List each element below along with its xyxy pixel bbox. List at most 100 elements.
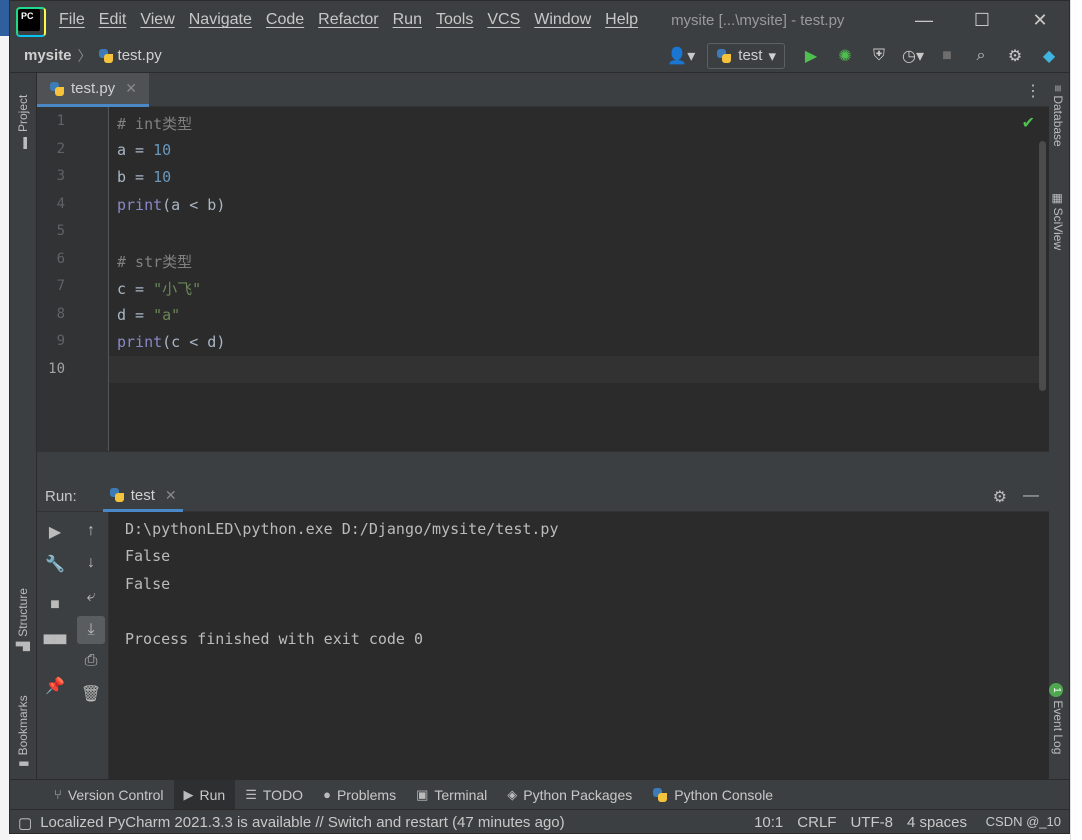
stop-icon[interactable]: ■ [37, 596, 73, 614]
code-editor[interactable]: 1 2 3 4 5 6 7 8 9 10 # int类型 a = 10 b = … [37, 107, 1049, 451]
database-tool-tab[interactable]: ≡ Database [1051, 85, 1065, 147]
python-console-tab[interactable]: Python Console [642, 780, 783, 810]
settings-gear-icon[interactable]: ⚙ [1001, 43, 1029, 69]
close-run-tab-icon[interactable]: ✕ [165, 487, 177, 504]
run-tab-test[interactable]: test ✕ [102, 482, 183, 512]
terminal-label: Terminal [434, 786, 488, 803]
indent-setting[interactable]: 4 spaces [907, 814, 967, 831]
menu-view[interactable]: View [133, 11, 181, 29]
debug-icon[interactable]: ✺ [831, 43, 859, 69]
pycharm-logo-icon [16, 7, 46, 37]
menu-tools[interactable]: Tools [429, 11, 480, 29]
line-separator[interactable]: CRLF [797, 814, 836, 831]
editor-tab-label: test.py [71, 80, 116, 97]
close-button[interactable]: ✕ [1011, 1, 1069, 39]
print-icon[interactable]: ⎙ [73, 652, 109, 670]
run-tool-tab[interactable]: ▶ Run [173, 779, 236, 810]
breadcrumb-project[interactable]: mysite [24, 47, 72, 64]
bookmarks-tool-tab[interactable]: ▮ Bookmarks [16, 695, 30, 767]
coverage-icon[interactable]: ⛨ [865, 43, 893, 69]
window-title: mysite [...\mysite] - test.py [671, 11, 845, 29]
sciview-tool-tab[interactable]: ▦ SciView [1051, 193, 1065, 250]
line-number-current: 10 [48, 361, 65, 377]
menu-navigate[interactable]: Navigate [182, 11, 259, 29]
code-line-8: d = "a" [117, 306, 181, 324]
stop-icon[interactable]: ■ [933, 43, 961, 69]
run-configuration-label: test [738, 47, 763, 64]
structure-tool-tab[interactable]: ▟ Structure [16, 588, 30, 651]
problems-label: Problems [336, 786, 397, 803]
panel-splitter[interactable] [37, 451, 1049, 482]
inspection-ok-icon[interactable]: ✔ [1022, 113, 1035, 133]
wrench-icon[interactable]: 🔧 [37, 554, 73, 574]
breadcrumb-separator-icon: 〉 [77, 47, 92, 64]
toggle-tool-windows-icon[interactable]: ▢ [18, 814, 32, 832]
menu-window[interactable]: Window [527, 11, 598, 29]
menu-code[interactable]: Code [259, 11, 311, 29]
search-icon[interactable]: ⌕ [967, 43, 995, 69]
terminal-tab[interactable]: ▣ Terminal [406, 780, 497, 810]
hide-panel-icon[interactable]: — [1023, 487, 1039, 507]
pin-icon[interactable]: 📌 [37, 676, 73, 696]
profile-icon[interactable]: ◷▾ [899, 43, 927, 69]
play-icon: ▶ [183, 786, 194, 802]
menu-file[interactable]: File [52, 11, 92, 29]
gear-icon[interactable]: ⚙ [993, 487, 1007, 507]
minimize-button[interactable]: — [895, 1, 953, 39]
todo-label: TODO [262, 786, 304, 803]
trash-icon[interactable]: 🗑 [73, 684, 109, 704]
more-options-icon[interactable]: ⋮ [1025, 81, 1041, 101]
line-number: 5 [56, 223, 65, 239]
arrow-up-icon[interactable]: ↑ [73, 522, 109, 540]
layout-icon[interactable]: ▀▀ [37, 636, 73, 654]
line-number: 4 [56, 196, 65, 212]
layers-icon: ◈ [507, 786, 518, 802]
breadcrumb-file[interactable]: test.py [98, 47, 162, 64]
run-console-output[interactable]: D:\pythonLED\python.exe D:/Django/mysite… [109, 512, 1049, 779]
status-bar: ▢ Localized PyCharm 2021.3.3 is availabl… [10, 809, 1069, 833]
watermark: CSDN @_10 [985, 814, 1061, 829]
user-icon[interactable]: 👤▾ [667, 43, 695, 69]
chevron-down-icon: ▾ [768, 47, 776, 65]
status-message[interactable]: ▢ Localized PyCharm 2021.3.3 is availabl… [18, 814, 754, 832]
editor-tab-test-py[interactable]: test.py ✕ [37, 73, 149, 107]
run-toolbar-primary: ▶ 🔧 ■ ▀▀ 📌 [37, 512, 73, 779]
jetbrains-toolbox-icon[interactable]: ◆ [1035, 43, 1063, 69]
code-line-2: a = 10 [117, 141, 172, 159]
file-encoding[interactable]: UTF-8 [850, 814, 893, 831]
python-file-icon [49, 81, 65, 97]
run-panel-header: Run: test ✕ ⚙ — [37, 482, 1049, 512]
todo-tab[interactable]: ☰ TODO [235, 780, 313, 810]
project-tool-tab[interactable]: ▬ Project [16, 95, 30, 149]
soft-wrap-icon[interactable]: ⤶ [73, 588, 109, 606]
pycharm-window: File Edit View Navigate Code Refactor Ru… [9, 0, 1070, 834]
problems-tab[interactable]: ● Problems [313, 780, 406, 810]
left-tool-strip: ▬ Project ▟ Structure ▮ Bookmarks [10, 73, 37, 779]
run-panel-actions: ⚙ — [993, 487, 1049, 507]
project-tool-label: Project [16, 94, 30, 132]
run-icon[interactable]: ▶ [797, 43, 825, 69]
run-configuration-select[interactable]: test ▾ [707, 42, 785, 69]
event-log-tool-tab[interactable]: 1 Event Log [1049, 683, 1065, 754]
sciview-tool-label: SciView [1051, 207, 1065, 251]
editor-scrollbar[interactable] [1039, 141, 1046, 391]
navigation-bar: mysite 〉 test.py 👤▾ test ▾ ▶ ✺ ⛨ ◷▾ ■ ⌕ … [10, 39, 1069, 73]
menu-run[interactable]: Run [386, 11, 429, 29]
maximize-button[interactable]: ☐ [953, 1, 1011, 39]
menu-edit[interactable]: Edit [92, 11, 134, 29]
console-line: Process finished with exit code 0 [125, 630, 424, 648]
version-control-tab[interactable]: ⑂ Version Control [44, 780, 174, 810]
scroll-to-end-icon[interactable]: ⤓ [77, 616, 105, 644]
menu-vcs[interactable]: VCS [480, 11, 527, 29]
menu-help[interactable]: Help [598, 11, 645, 29]
menu-refactor[interactable]: Refactor [311, 11, 385, 29]
rerun-icon[interactable]: ▶ [37, 522, 73, 542]
database-icon: ≡ [1051, 85, 1065, 96]
code-line-4: print(a < b) [117, 196, 226, 214]
close-tab-icon[interactable]: ✕ [125, 80, 137, 97]
caret-position[interactable]: 10:1 [754, 814, 783, 831]
arrow-down-icon[interactable]: ↓ [73, 554, 109, 572]
line-number: 3 [56, 168, 65, 184]
python-packages-tab[interactable]: ◈ Python Packages [497, 780, 642, 810]
version-control-label: Version Control [67, 786, 164, 803]
